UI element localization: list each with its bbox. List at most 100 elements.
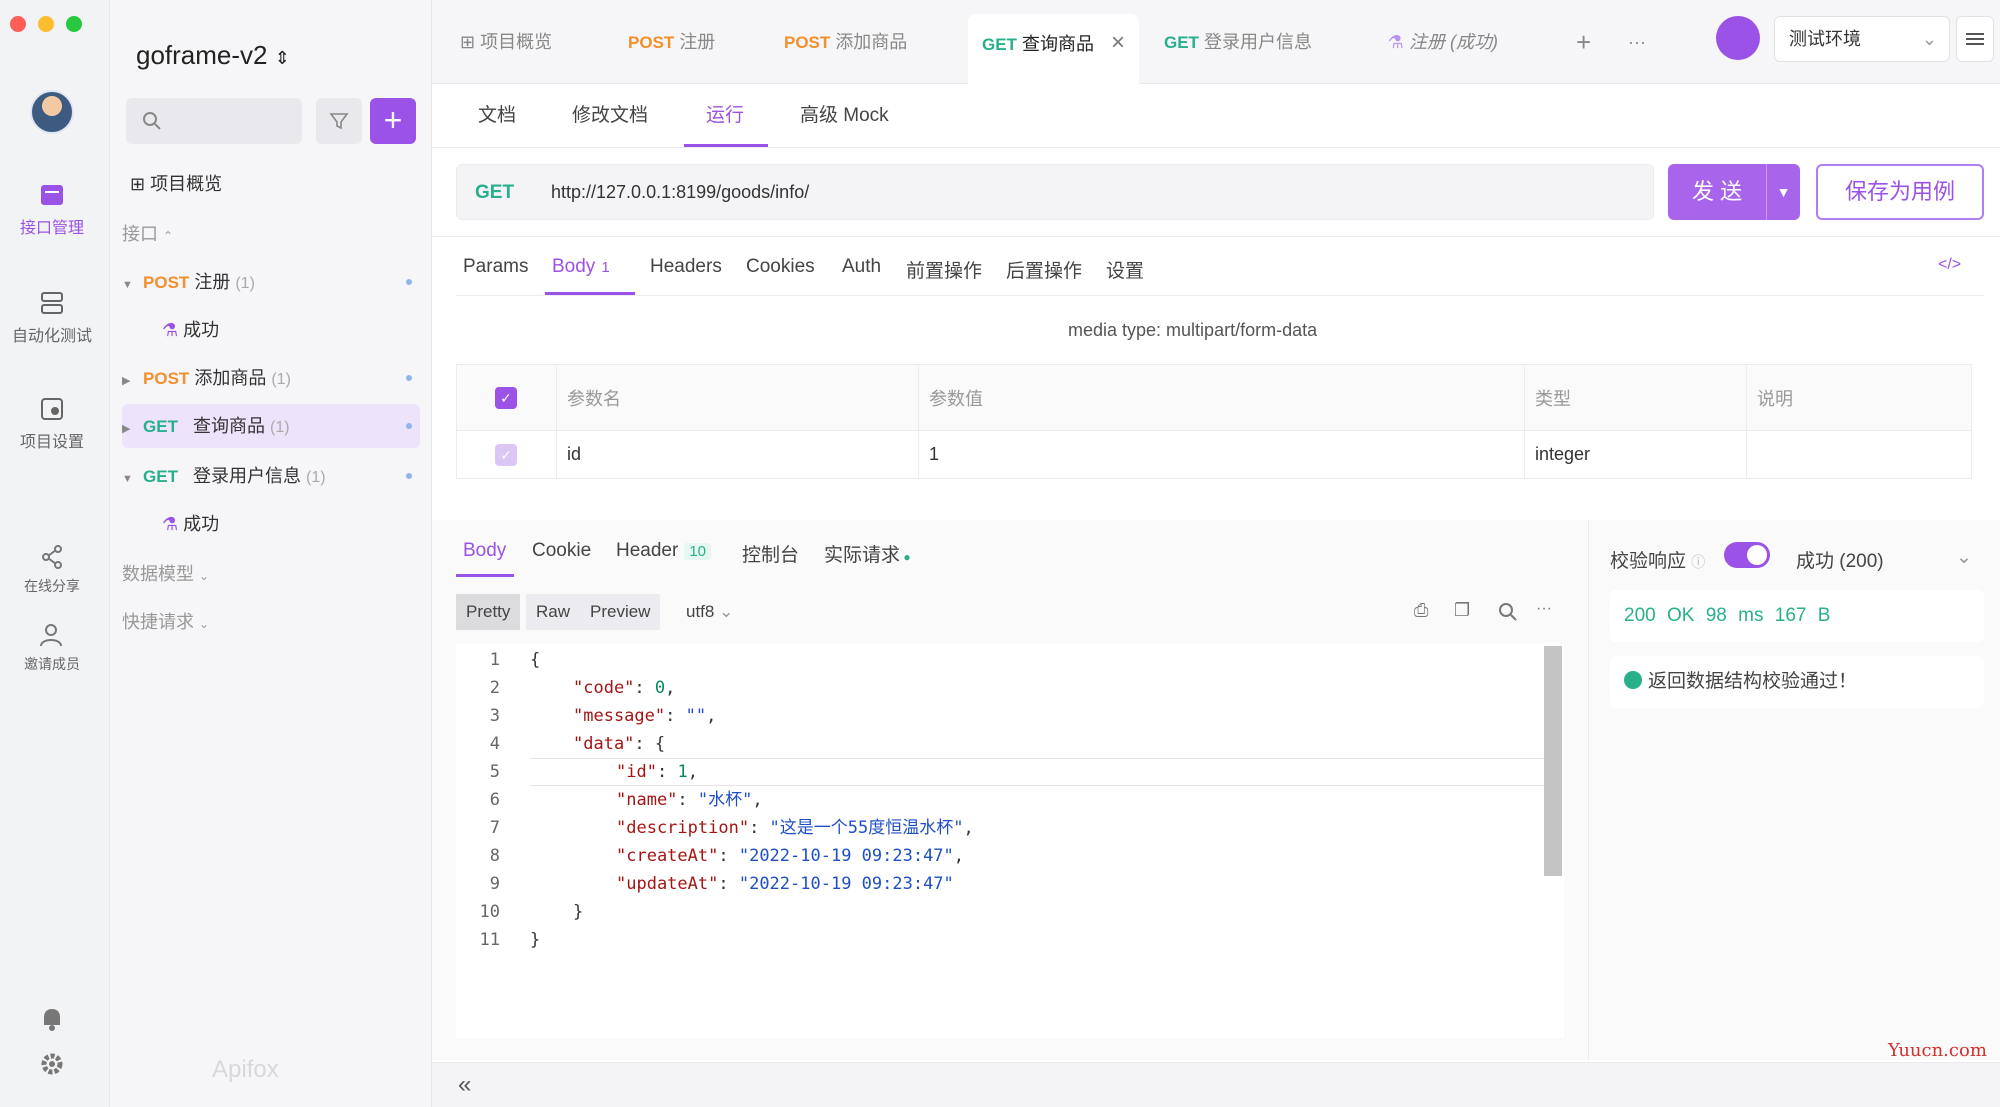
response-case-label: 成功 (200) bbox=[1796, 551, 1884, 572]
sidebar-item-query-goods[interactable]: ▶ GET 查询商品 (1) bbox=[122, 404, 420, 448]
tab-run[interactable]: 运行 bbox=[706, 100, 744, 127]
tab-headers[interactable]: Headers bbox=[650, 256, 722, 278]
sidebar-section-data-model[interactable]: 数据模型 ⌄ bbox=[122, 552, 420, 596]
caret-down-icon: ▼ bbox=[122, 279, 133, 291]
add-button[interactable]: + bbox=[370, 98, 416, 144]
environment-select[interactable]: 测试环境 ⌄ bbox=[1774, 16, 1950, 62]
rail-item-settings[interactable]: 项目设置 bbox=[0, 396, 104, 452]
maximize-window-button[interactable] bbox=[66, 16, 82, 32]
tab-label: 项目概览 bbox=[480, 32, 553, 52]
close-window-button[interactable] bbox=[10, 16, 26, 32]
more-icon[interactable]: ··· bbox=[1536, 600, 1552, 618]
section-label: 数据模型 bbox=[122, 564, 194, 584]
format-preview[interactable]: Preview bbox=[580, 594, 661, 630]
url-bar[interactable]: GET http://127.0.0.1:8199/goods/info/ bbox=[456, 164, 1654, 220]
project-switcher[interactable]: goframe-v2 ⇕ bbox=[136, 40, 290, 71]
rail-item-label: 自动化测试 bbox=[11, 328, 92, 345]
sidebar-section-quick-request[interactable]: 快捷请求 ⌄ bbox=[122, 600, 420, 644]
tab-post-ops[interactable]: 后置操作 bbox=[1006, 256, 1082, 283]
minimize-window-button[interactable] bbox=[38, 16, 54, 32]
encoding-select[interactable]: utf8 ⌄ bbox=[676, 594, 743, 630]
tab-params[interactable]: Params bbox=[463, 256, 528, 278]
tab-actual-request[interactable]: 实际请求 ● bbox=[824, 540, 911, 567]
line-number: 9 bbox=[489, 874, 500, 894]
save-as-case-button[interactable]: 保存为用例 bbox=[1816, 164, 1984, 220]
select-all-checkbox[interactable]: ✓ bbox=[456, 364, 557, 431]
param-name[interactable]: id bbox=[556, 430, 919, 479]
rail-item-api[interactable]: 接口管理 bbox=[0, 182, 104, 238]
avatar[interactable] bbox=[30, 90, 74, 134]
environment-icon[interactable] bbox=[1716, 16, 1760, 60]
send-button[interactable]: 发 送 ▼ bbox=[1668, 164, 1800, 220]
tab-settings[interactable]: 设置 bbox=[1106, 256, 1144, 283]
method-badge: GET bbox=[143, 467, 178, 486]
tab-doc[interactable]: 文档 bbox=[478, 100, 516, 127]
rail-item-automation[interactable]: 自动化测试 bbox=[0, 290, 104, 346]
sidebar: goframe-v2 ⇕ + ⊞ 项目概览 接口 ⌃ ▼ POST 注册 (1)… bbox=[110, 0, 432, 1107]
validate-toggle[interactable] bbox=[1724, 542, 1770, 568]
save-icon[interactable]: ⎙ bbox=[1414, 600, 1428, 621]
tab-response-header[interactable]: Header 10 bbox=[616, 540, 712, 562]
tab-body[interactable]: Body 1 bbox=[552, 256, 610, 278]
sidebar-item-overview[interactable]: ⊞ 项目概览 bbox=[122, 162, 420, 206]
param-type[interactable]: integer bbox=[1524, 430, 1747, 479]
format-raw[interactable]: Raw bbox=[526, 594, 581, 630]
gear-icon[interactable] bbox=[40, 1052, 64, 1076]
url-input[interactable]: http://127.0.0.1:8199/goods/info/ bbox=[551, 182, 809, 203]
response-case-select[interactable]: 成功 (200) ⌄ bbox=[1796, 546, 1972, 573]
tab-label: 实际请求 bbox=[824, 545, 901, 566]
param-value[interactable]: 1 bbox=[918, 430, 1525, 479]
invite-icon bbox=[40, 624, 62, 647]
param-desc[interactable] bbox=[1746, 430, 1972, 479]
method-badge: GET bbox=[1164, 33, 1199, 52]
response-code-editor[interactable]: 1 {2 "code": 0, 3 "message": "", 4 "data": {5 "… bbox=[456, 644, 1564, 1038]
tab-response-cookie[interactable]: Cookie bbox=[532, 540, 591, 562]
rail-item-share[interactable]: 在线分享 bbox=[0, 544, 104, 596]
format-pretty[interactable]: Pretty bbox=[456, 594, 521, 630]
sidebar-item-register[interactable]: ▼ POST 注册 (1) bbox=[122, 260, 420, 304]
settings-icon bbox=[41, 398, 63, 420]
tab-login-user[interactable]: GET 登录用户信息 bbox=[1164, 22, 1312, 62]
sidebar-section-api[interactable]: 接口 ⌃ bbox=[122, 212, 420, 256]
rail-item-invite[interactable]: 邀请成员 bbox=[0, 622, 104, 674]
copy-icon[interactable]: ❐ bbox=[1454, 600, 1470, 621]
more-tabs-button[interactable]: ··· bbox=[1628, 22, 1646, 62]
menu-button[interactable] bbox=[1956, 16, 1994, 62]
tab-console[interactable]: 控制台 bbox=[742, 540, 799, 567]
new-tab-button[interactable]: + bbox=[1576, 22, 1591, 62]
tab-response-body[interactable]: Body bbox=[463, 540, 506, 562]
hamburger-icon bbox=[1966, 33, 1984, 45]
validate-response-label: 校验响应 ⓘ bbox=[1610, 546, 1705, 573]
tab-pre-ops[interactable]: 前置操作 bbox=[906, 256, 982, 283]
brand-logo: Apifox bbox=[212, 1056, 279, 1083]
tab-add-goods[interactable]: POST 添加商品 bbox=[784, 22, 907, 62]
search-icon[interactable] bbox=[1498, 602, 1518, 622]
tab-overview[interactable]: ⊞ 项目概览 bbox=[460, 22, 552, 62]
status-code: 200 OK bbox=[1624, 605, 1695, 626]
filter-button[interactable] bbox=[316, 98, 362, 144]
sidebar-item-case-success[interactable]: ⚗ 成功 bbox=[122, 308, 420, 352]
sidebar-item-add-goods[interactable]: ▶ POST 添加商品 (1) bbox=[122, 356, 420, 400]
tab-auth[interactable]: Auth bbox=[842, 256, 881, 278]
status-dot bbox=[406, 473, 412, 479]
tab-cookies[interactable]: Cookies bbox=[746, 256, 815, 278]
method-select[interactable]: GET bbox=[475, 182, 514, 204]
line-number: 2 bbox=[489, 678, 500, 698]
sidebar-item-case-success[interactable]: ⚗ 成功 bbox=[122, 502, 420, 546]
tab-edit-doc[interactable]: 修改文档 bbox=[572, 100, 648, 127]
close-icon[interactable]: × bbox=[1111, 29, 1125, 56]
tab-query-goods[interactable]: GET 查询商品 × bbox=[968, 14, 1139, 84]
row-checkbox[interactable]: ✓ bbox=[456, 430, 557, 479]
tab-register-case[interactable]: ⚗ 注册 (成功) bbox=[1388, 22, 1498, 62]
collapse-sidebar-button[interactable]: « bbox=[458, 1071, 471, 1099]
search-input[interactable] bbox=[126, 98, 302, 144]
chevron-down-icon: ⌄ bbox=[199, 569, 210, 583]
scrollbar[interactable] bbox=[1544, 646, 1562, 876]
notification-bell-icon[interactable] bbox=[40, 1006, 64, 1032]
tab-advanced-mock[interactable]: 高级 Mock bbox=[800, 100, 889, 127]
chevron-down-icon[interactable]: ▼ bbox=[1766, 164, 1800, 220]
sidebar-item-login-user[interactable]: ▼ GET 登录用户信息 (1) bbox=[122, 454, 420, 498]
tab-register[interactable]: POST 注册 bbox=[628, 22, 715, 62]
code-icon[interactable]: </> bbox=[1938, 256, 1961, 274]
divider bbox=[432, 147, 2000, 148]
